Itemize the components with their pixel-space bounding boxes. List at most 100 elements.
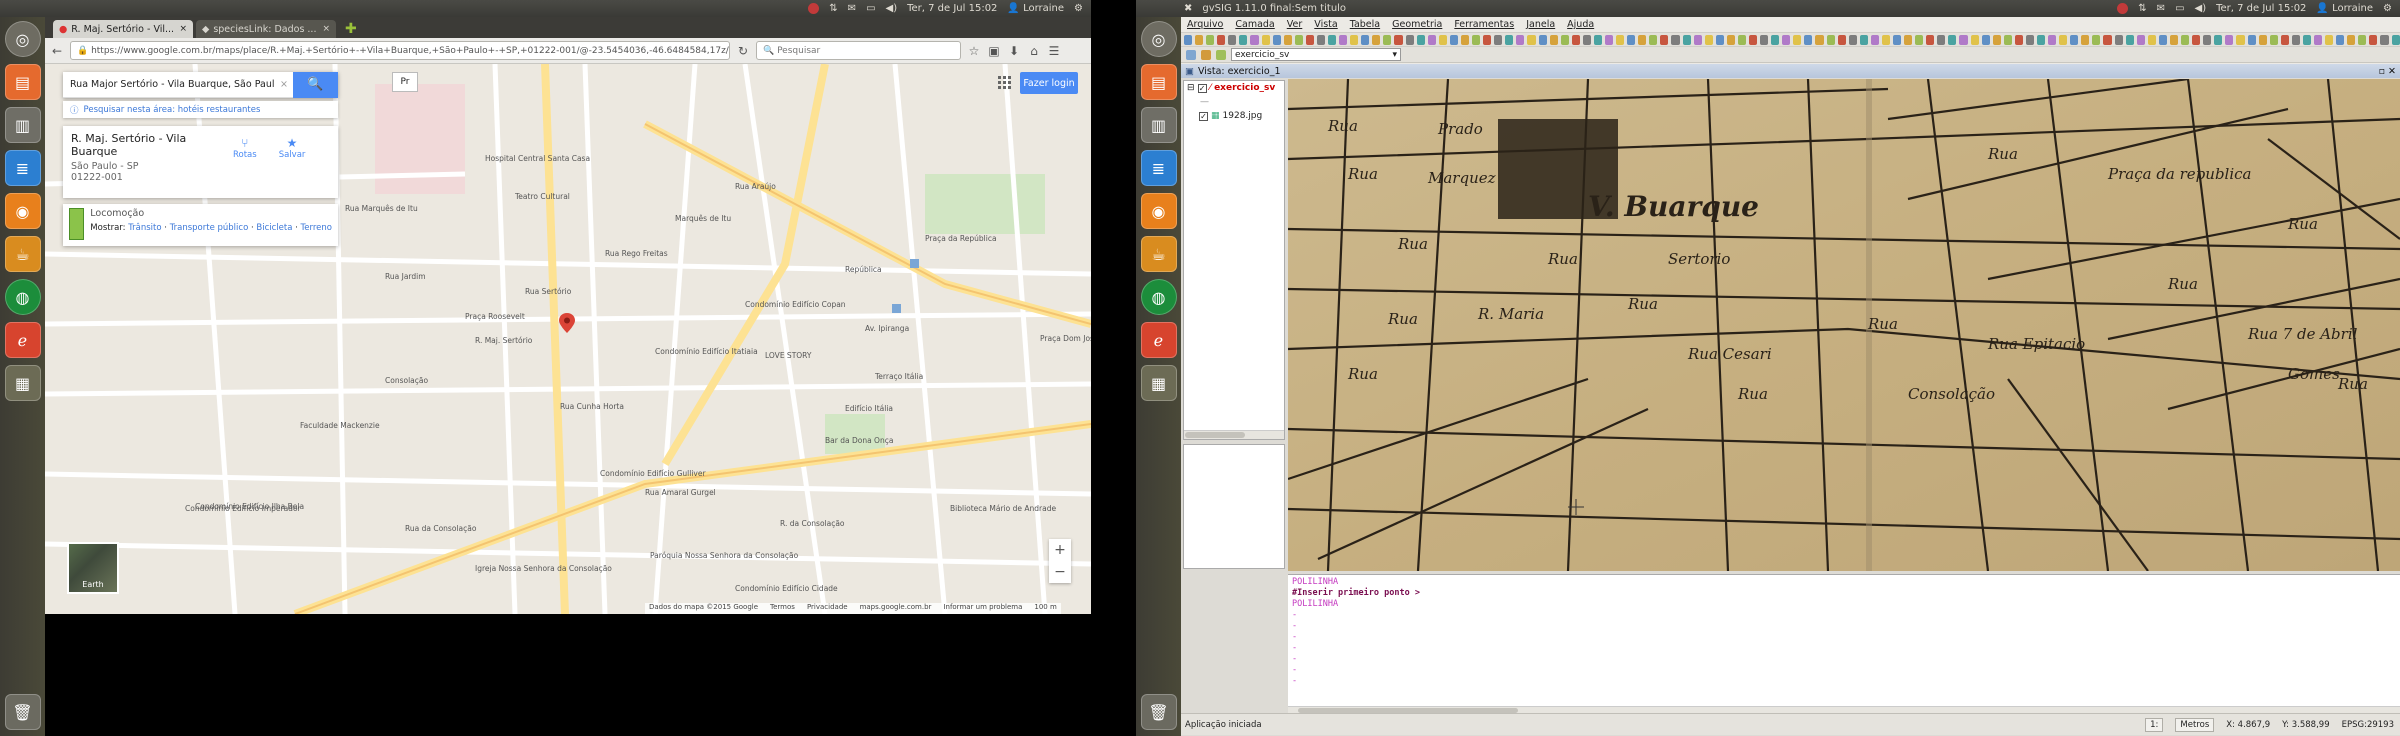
java-icon[interactable]: ☕	[1140, 236, 1177, 272]
toolbar-tool-icon[interactable]	[1638, 34, 1647, 45]
clipboard-icon[interactable]: ▣	[987, 44, 1001, 58]
map-label[interactable]: Terraço Itália	[875, 372, 923, 381]
network-icon[interactable]: ⇅	[829, 3, 837, 14]
tab-specieslink[interactable]: ◆ speciesLink: Dados ... ×	[196, 20, 336, 38]
tab-maps[interactable]: ● R. Maj. Sertório - Vil... ×	[53, 20, 193, 38]
user-menu[interactable]: 👤 Lorraine	[2316, 3, 2373, 14]
volume-icon[interactable]: ◀)	[886, 3, 898, 14]
writer-icon[interactable]: ≣	[1140, 150, 1177, 186]
toolbar-tool-icon[interactable]	[1472, 34, 1481, 45]
toolbar-tool-icon[interactable]	[1350, 34, 1359, 45]
layer-row-exercicio[interactable]: ⊟ ✓ ⁄ exercicio_sv	[1184, 81, 1284, 95]
toolbar-tool-icon[interactable]	[1361, 34, 1370, 45]
map-label[interactable]: Condomínio Edifício Cidade	[735, 584, 838, 593]
toolbar-tool-icon[interactable]	[2070, 34, 2079, 45]
volume-icon[interactable]: ◀)	[2195, 3, 2207, 14]
layer-row-1928[interactable]: ✓ ▦ 1928.jpg	[1184, 109, 1284, 123]
toolbar-tool-icon[interactable]	[1926, 34, 1935, 45]
toolbar-tool-icon[interactable]	[1316, 34, 1326, 45]
map-label[interactable]: Av. Ipiranga	[865, 324, 909, 333]
toolbar-tool-icon[interactable]	[1893, 34, 1902, 45]
user-menu[interactable]: 👤 Lorraine	[1007, 3, 1064, 14]
session-indicator-icon[interactable]	[2117, 3, 2129, 14]
session-indicator-icon[interactable]	[808, 3, 820, 14]
toolbar-tool-icon[interactable]	[1228, 34, 1237, 45]
scale-box[interactable]: 1:	[2145, 717, 2164, 732]
toolbar-tool-icon[interactable]	[1549, 34, 1558, 45]
terrain-link[interactable]: Terreno	[301, 223, 332, 233]
toolbar-tool-icon[interactable]	[2280, 34, 2289, 45]
menu-janela[interactable]: Janela	[1526, 19, 1555, 30]
toolbar-tool-icon[interactable]	[1538, 34, 1547, 45]
download-icon[interactable]: ⬇	[1007, 44, 1021, 58]
toolbar-tool-icon[interactable]	[1992, 34, 2001, 45]
toolbar-tool-icon[interactable]	[1649, 34, 1658, 45]
toolbar-tool-icon[interactable]	[1416, 34, 1425, 45]
disk-icon[interactable]: ▥	[1140, 107, 1177, 143]
toolbar-tool-icon[interactable]	[2092, 34, 2101, 45]
google-map[interactable]: Praça Roosevelt R. Maj. Sertório Teatro Cu…	[45, 64, 1091, 614]
toolbar-tool-icon[interactable]	[1217, 34, 1226, 45]
toolbar-tool-icon[interactable]	[1405, 34, 1414, 45]
ubuntu-dash-icon[interactable]: ◎	[4, 21, 41, 57]
firefox-icon[interactable]: ◉	[4, 193, 41, 229]
map-label[interactable]: Condomínio Edifício Copan	[745, 300, 846, 309]
toolbar-tool-icon[interactable]	[1460, 34, 1470, 45]
menu-ferramentas[interactable]: Ferramentas	[1454, 19, 1514, 30]
map-label[interactable]: República	[845, 265, 882, 274]
toolbar-tool-icon[interactable]	[2025, 34, 2035, 45]
menu-tabela[interactable]: Tabela	[1350, 19, 1380, 30]
toolbar-tool-icon[interactable]	[1793, 34, 1802, 45]
toolbar-tool-icon[interactable]	[2147, 34, 2156, 45]
toolbar-tool-icon[interactable]	[2059, 34, 2068, 45]
console-scrollbar[interactable]	[1288, 706, 2400, 713]
toolbar-tool-icon[interactable]	[1682, 34, 1691, 45]
java-icon[interactable]: ☕	[4, 236, 41, 272]
toolbar-tool-icon[interactable]	[1870, 34, 1879, 45]
disk-icon[interactable]: ▥	[4, 107, 41, 143]
toolbar-tool-icon[interactable]	[1449, 34, 1458, 45]
map-label[interactable]: Igreja Nossa Senhora da Consolação	[475, 564, 612, 573]
toolbar-tool-icon[interactable]	[1627, 34, 1636, 45]
map-label[interactable]: Teatro Cultural	[515, 192, 570, 201]
bookmark-star-icon[interactable]: ☆	[967, 44, 981, 58]
close-tab-icon[interactable]: ×	[322, 24, 330, 34]
network-icon[interactable]: ⇅	[2138, 3, 2146, 14]
toolbar-tool-icon[interactable]	[2103, 34, 2112, 45]
toolbar-tool-icon[interactable]	[2291, 34, 2300, 45]
files-icon[interactable]: ▤	[4, 64, 41, 100]
toolbar-tool-icon[interactable]	[1782, 34, 1791, 45]
map-label[interactable]: Praça da República	[925, 234, 997, 243]
gvsig-globe-icon[interactable]: ◍	[1140, 279, 1177, 315]
bicycle-link[interactable]: Bicicleta	[256, 223, 292, 233]
toolbar-tool-icon[interactable]	[1848, 34, 1857, 45]
toolbar-tool-icon[interactable]	[1328, 34, 1337, 45]
map-label[interactable]: Biblioteca Mário de Andrade	[950, 504, 1056, 513]
toolbar-tool-icon[interactable]	[1272, 34, 1281, 45]
back-arrow-icon[interactable]: ←	[50, 44, 64, 58]
home-icon[interactable]: ⌂	[1027, 44, 1041, 58]
toolbar-tool-icon[interactable]	[2302, 34, 2311, 45]
toolbar-tool-icon[interactable]	[2169, 34, 2179, 45]
toolbar-tool-icon[interactable]	[1726, 34, 1735, 45]
toolbar-tool-icon[interactable]	[2136, 34, 2145, 45]
earth-toggle[interactable]: Earth	[67, 542, 119, 594]
toolbar-tool-icon[interactable]	[2014, 34, 2023, 45]
toolbar-tool-icon[interactable]	[1959, 34, 1968, 45]
menu-ajuda[interactable]: Ajuda	[1567, 19, 1594, 30]
save-button[interactable]: ★ Salvar	[279, 136, 306, 160]
toolbar-tool-icon[interactable]	[1582, 34, 1591, 45]
location-pin-icon[interactable]	[559, 313, 575, 333]
settings-gear-icon[interactable]: ⚙	[1074, 3, 1083, 14]
toolbar-tool-icon[interactable]	[2225, 34, 2234, 45]
maps-search-button[interactable]: 🔍	[293, 71, 338, 98]
toolbar-tool-icon[interactable]	[1704, 34, 1713, 45]
login-button[interactable]: Fazer login	[1020, 72, 1078, 94]
menu-icon[interactable]: ☰	[1047, 44, 1061, 58]
locomotion-thumbnail[interactable]	[69, 208, 85, 240]
toolbar-tool-icon[interactable]	[1593, 34, 1602, 45]
map-label[interactable]: LOVE STORY	[765, 351, 812, 360]
firefox-icon[interactable]: ◉	[1140, 193, 1177, 229]
toolbar-tool-icon[interactable]	[1483, 34, 1492, 45]
map-label[interactable]: Condomínio Edifício Gulliver	[600, 469, 706, 478]
